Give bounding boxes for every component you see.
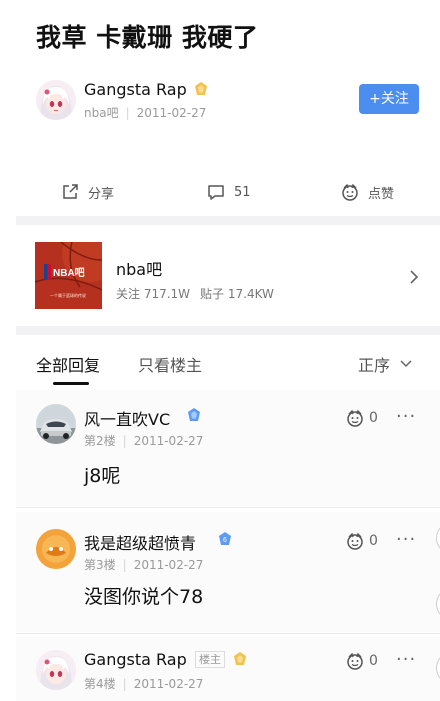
follow-button[interactable]: +关注 <box>359 84 419 114</box>
section-divider <box>16 326 440 335</box>
reply-content: 没图你说个78 <box>84 586 204 608</box>
reply-like-button[interactable]: 0 <box>345 531 378 551</box>
page-title: 我草 卡戴珊 我硬了 <box>36 23 259 52</box>
anime-avatar-icon <box>36 80 76 120</box>
like-label: 点赞 <box>368 186 395 202</box>
reply-avatar[interactable] <box>36 404 76 444</box>
post-meta: nba吧 | 2011-02-27 <box>84 106 207 120</box>
reply-like-button[interactable]: 0 <box>345 651 378 671</box>
tab-all-replies[interactable]: 全部回复 <box>36 352 100 376</box>
chevron-down-icon <box>400 360 412 368</box>
level-badge-icon <box>195 82 207 95</box>
like-icon <box>347 652 363 670</box>
reply-meta: 第4楼 | 2011-02-27 <box>84 677 204 691</box>
reply-avatar[interactable] <box>36 529 76 569</box>
more-options-button[interactable]: ··· <box>396 649 416 670</box>
author-name[interactable]: Gangsta Rap <box>84 80 187 99</box>
post-source[interactable]: nba吧 <box>84 106 119 120</box>
post-page: 我草 卡戴珊 我硬了 Gangsta Rap nba吧 | 2011-02-27 +… <box>0 0 440 701</box>
reply-meta: 第2楼 | 2011-02-27 <box>84 434 204 448</box>
level-badge-icon <box>188 408 200 421</box>
reply-like-button[interactable]: 0 <box>345 408 378 428</box>
reply-divider <box>16 507 440 508</box>
reply-author[interactable]: 我是超级超愤青 <box>84 530 196 554</box>
forum-name[interactable]: nba吧 <box>116 256 162 280</box>
forum-stats: 关注 717.1W 贴子 17.4KW <box>116 285 274 302</box>
level-badge-icon <box>234 652 246 665</box>
reply-content: j8呢 <box>84 465 121 487</box>
comment-icon <box>208 185 224 200</box>
forum-logo[interactable]: NBA吧 一个属于篮球的传说 <box>35 242 102 309</box>
forum-posts: 贴子 17.4KW <box>200 287 274 301</box>
reply-item <box>16 512 440 632</box>
reply-divider <box>16 633 440 634</box>
section-divider <box>16 216 440 225</box>
logo-text: NBA吧 <box>53 267 85 279</box>
reply-like-count: 0 <box>369 653 378 669</box>
post-date: 2011-02-27 <box>136 106 207 120</box>
reply-date: 2011-02-27 <box>133 677 204 691</box>
reply-author[interactable]: 风一直吹VC <box>84 406 170 430</box>
tab-indicator <box>53 382 89 385</box>
like-icon <box>342 183 358 201</box>
like-icon <box>347 409 363 427</box>
reply-floor: 第2楼 <box>84 434 116 448</box>
share-icon <box>63 184 78 199</box>
author-avatar[interactable] <box>36 80 76 120</box>
level-badge-icon: 6 <box>219 532 231 545</box>
like-button[interactable]: 点赞 <box>340 180 394 204</box>
orange-avatar-icon <box>36 529 76 569</box>
reply-avatar[interactable] <box>36 650 76 690</box>
share-label: 分享 <box>88 186 115 202</box>
tab-owner-only[interactable]: 只看楼主 <box>138 352 202 376</box>
owner-tag: 楼主 <box>195 651 225 668</box>
car-avatar-icon <box>36 404 76 444</box>
more-options-button[interactable]: ··· <box>396 406 416 427</box>
sort-dropdown[interactable]: 正序 <box>358 352 412 376</box>
reply-floor: 第3楼 <box>84 558 116 572</box>
chevron-right-icon[interactable] <box>408 268 420 286</box>
basketball-logo-icon: NBA吧 一个属于篮球的传说 <box>35 242 102 309</box>
reply-like-count: 0 <box>369 533 378 549</box>
forum-followers: 关注 717.1W <box>116 287 191 301</box>
reply-like-count: 0 <box>369 410 378 426</box>
sort-label: 正序 <box>358 356 391 375</box>
share-button[interactable]: 分享 <box>60 180 114 204</box>
anime-avatar-icon <box>36 650 76 690</box>
like-icon <box>347 532 363 550</box>
comment-button[interactable]: 51 <box>206 180 251 204</box>
more-options-button[interactable]: ··· <box>396 529 416 550</box>
reply-author[interactable]: Gangsta Rap <box>84 650 187 669</box>
reply-date: 2011-02-27 <box>133 434 204 448</box>
reply-date: 2011-02-27 <box>133 558 204 572</box>
reply-floor: 第4楼 <box>84 677 116 691</box>
level-number: 6 <box>223 537 227 544</box>
logo-caption: 一个属于篮球的传说 <box>50 292 86 298</box>
comment-count: 51 <box>234 184 251 200</box>
reply-meta: 第3楼 | 2011-02-27 <box>84 558 204 572</box>
